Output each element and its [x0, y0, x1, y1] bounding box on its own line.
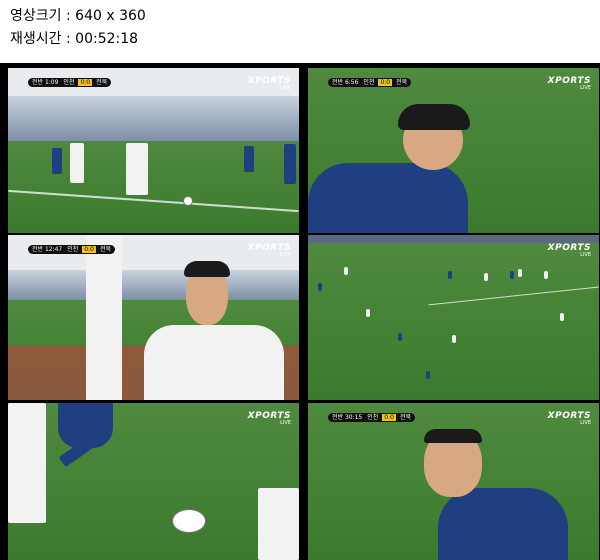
- stadium-stand: [8, 270, 299, 300]
- player-white: [484, 273, 488, 281]
- home-team: 인천: [67, 246, 79, 253]
- score: 0:0: [78, 79, 93, 86]
- broadcaster-logo: XPORTS LIVE: [547, 411, 591, 426]
- player-blue: [448, 271, 452, 279]
- score-bug: 전반 30:15 인천 0:0 전북: [328, 413, 415, 422]
- score: 0:0: [382, 414, 396, 421]
- video-thumbnail-3[interactable]: 전반 12:47 인천 0:0 전북 XPORTS LIVE: [8, 235, 299, 400]
- match-time: 전반 30:15: [332, 414, 363, 421]
- score-bug: 전반 12:47 인천 0:0 전북: [28, 245, 115, 254]
- player-jersey: [438, 488, 568, 560]
- away-team: 전북: [396, 79, 408, 86]
- player-blue: [426, 371, 430, 379]
- player-white: [544, 271, 548, 279]
- runtime-line: 재생시간 : 00:52:18: [10, 31, 139, 47]
- broadcaster-logo: XPORTS LIVE: [247, 411, 291, 426]
- resolution-value: 640 x 360: [75, 8, 146, 24]
- coach-hair: [184, 261, 230, 277]
- video-thumbnail-1[interactable]: 전반 1:09 인천 0:0 전북 XPORTS LIVE: [8, 68, 299, 233]
- player-blue: [284, 144, 296, 184]
- home-team: 인천: [363, 79, 375, 86]
- player-hair: [398, 104, 470, 130]
- score-bug: 전반 6:56 인천 0:0 전북: [328, 78, 412, 87]
- away-team: 전북: [399, 414, 411, 421]
- resolution-line: 영상크기 : 640 x 360: [10, 8, 146, 24]
- pillar: [86, 235, 122, 400]
- score: 0:0: [82, 246, 96, 253]
- player-blue: [244, 146, 254, 172]
- player-blue: [318, 283, 322, 291]
- player-legs-white: [8, 403, 46, 523]
- player-blue: [510, 271, 514, 279]
- home-team: 인천: [367, 414, 379, 421]
- video-thumbnail-2[interactable]: 전반 6:56 인천 0:0 전북 XPORTS LIVE: [308, 68, 599, 233]
- player-white: [70, 143, 84, 183]
- video-thumbnail-4[interactable]: XPORTS LIVE: [308, 235, 599, 400]
- away-team: 전북: [99, 246, 111, 253]
- match-time: 전반 6:56: [332, 79, 359, 86]
- broadcaster-logo: XPORTS LIVE: [247, 76, 291, 91]
- match-time: 전반 12:47: [32, 246, 63, 253]
- broadcaster-logo: XPORTS LIVE: [547, 243, 591, 258]
- pitch: [8, 403, 299, 560]
- player-white: [518, 269, 522, 277]
- coach-shirt: [144, 325, 284, 400]
- thumbnail-grid: 전반 1:09 인천 0:0 전북 XPORTS LIVE 전반 6:56 인천 0:0 전북…: [0, 63, 600, 560]
- video-thumbnail-6[interactable]: 전반 30:15 인천 0:0 전북 XPORTS LIVE: [308, 403, 599, 560]
- player-jersey: [308, 163, 468, 233]
- away-team: 전북: [96, 79, 108, 86]
- score: 0:0: [378, 79, 393, 86]
- stadium-stand: [8, 96, 299, 141]
- player-white: [452, 335, 456, 343]
- home-team: 인천: [63, 79, 75, 86]
- runtime-value: 00:52:18: [75, 31, 139, 47]
- match-time: 전반 1:09: [32, 79, 59, 86]
- score-bug: 전반 1:09 인천 0:0 전북: [28, 78, 112, 87]
- pitch: [308, 243, 599, 400]
- player-blue: [52, 148, 62, 174]
- resolution-label: 영상크기: [10, 8, 62, 24]
- broadcaster-logo: XPORTS LIVE: [547, 76, 591, 91]
- player-blue: [398, 333, 402, 341]
- player-white: [126, 143, 148, 195]
- runtime-label: 재생시간: [10, 31, 62, 47]
- player-legs-white: [258, 488, 299, 560]
- player-hair: [424, 429, 482, 443]
- ad-boards: [308, 235, 599, 243]
- ball: [172, 509, 206, 533]
- ball: [183, 196, 193, 206]
- video-thumbnail-5[interactable]: XPORTS LIVE: [8, 403, 299, 560]
- player-white: [366, 309, 370, 317]
- broadcaster-logo: XPORTS LIVE: [247, 243, 291, 258]
- player-white: [560, 313, 564, 321]
- player-white: [344, 267, 348, 275]
